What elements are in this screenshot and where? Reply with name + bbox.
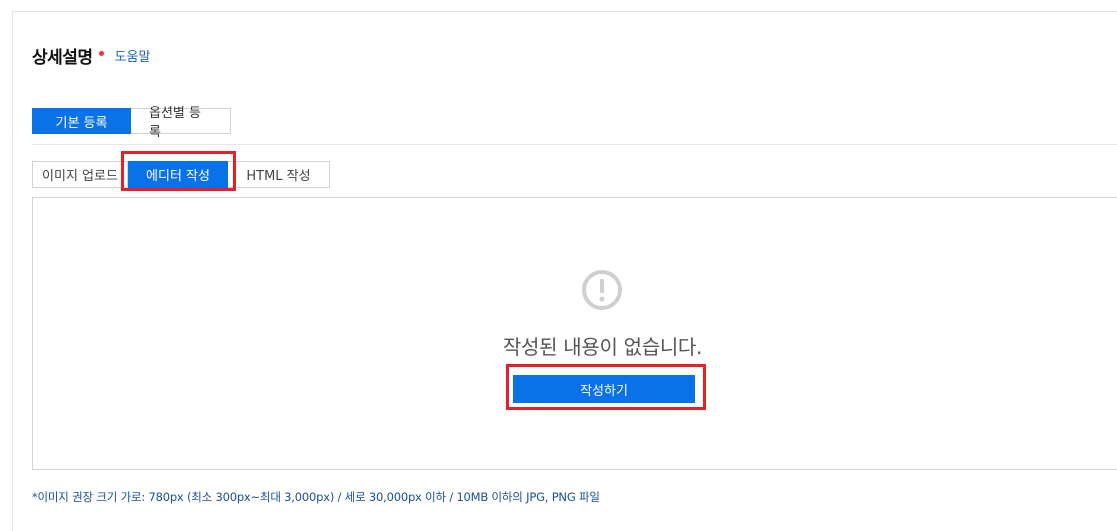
tab-image-upload[interactable]: 이미지 업로드 <box>32 161 128 188</box>
tab-html-write[interactable]: HTML 작성 <box>228 161 330 188</box>
section-header: 상세설명 도움말 <box>32 43 150 68</box>
image-size-note: *이미지 권장 크기 가로: 780px (최소 300px~최대 3,000p… <box>32 490 600 504</box>
tab-basic-registration[interactable]: 기본 등록 <box>32 108 131 134</box>
help-link[interactable]: 도움말 <box>115 46 151 65</box>
tab-option-registration[interactable]: 옵션별 등록 <box>131 106 231 140</box>
section-title: 상세설명 <box>32 48 93 68</box>
content-mode-tabs: 이미지 업로드 에디터 작성 HTML 작성 <box>32 161 330 188</box>
registration-tabs: 기본 등록 옵션별 등록 <box>32 106 231 140</box>
write-button[interactable]: 작성하기 <box>513 375 695 403</box>
required-indicator <box>98 51 104 56</box>
tab-editor-write[interactable]: 에디터 작성 <box>128 161 228 188</box>
divider <box>32 144 1117 145</box>
empty-message: 작성된 내용이 없습니다. <box>502 335 703 359</box>
exclamation-circle-icon <box>582 270 622 310</box>
